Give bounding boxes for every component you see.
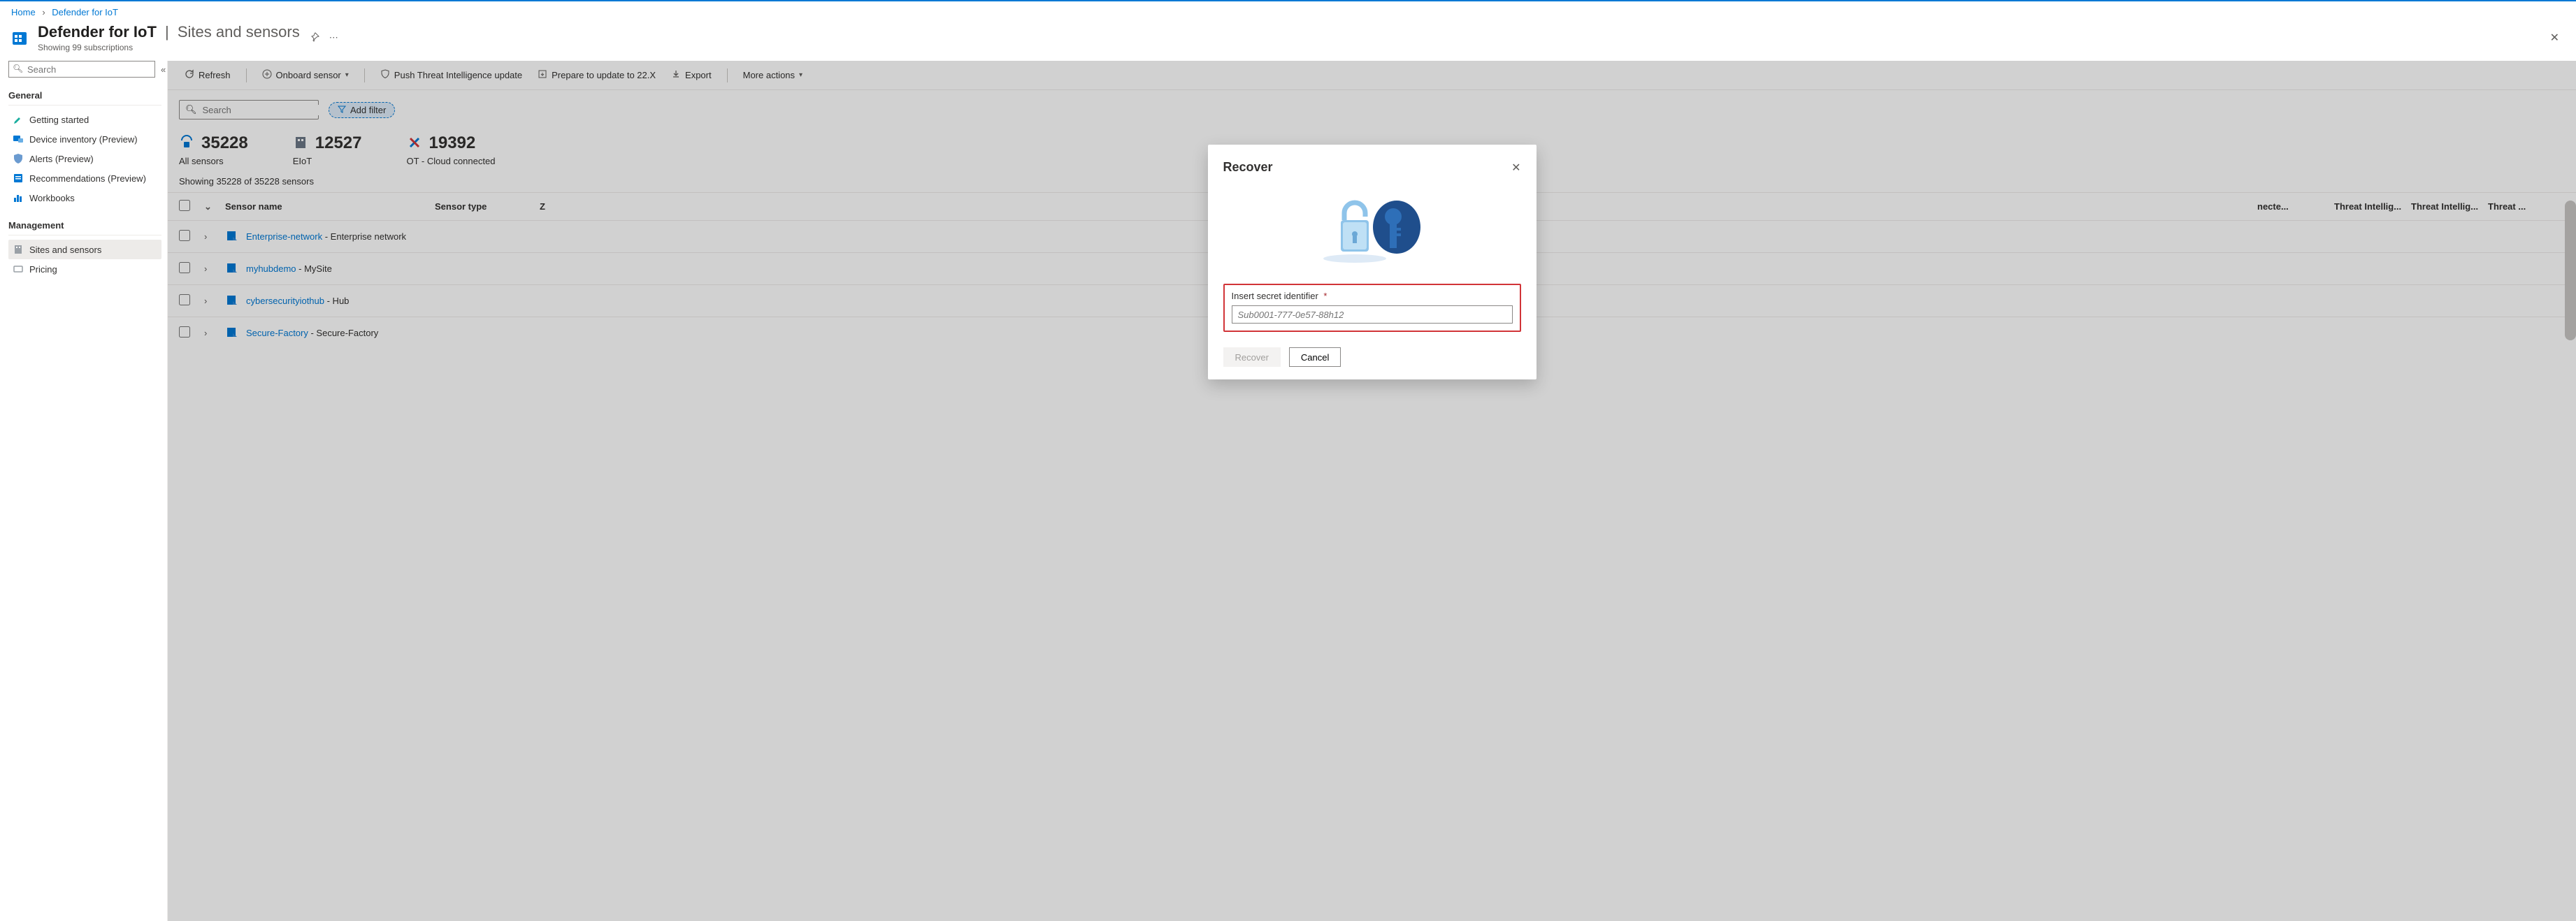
breadcrumb-current[interactable]: Defender for IoT bbox=[52, 7, 118, 17]
sidebar-collapse-icon[interactable]: « bbox=[161, 64, 166, 75]
building-icon bbox=[13, 244, 24, 255]
recover-button[interactable]: Recover bbox=[1223, 347, 1281, 367]
required-icon: * bbox=[1323, 291, 1327, 301]
page-header: Defender for IoT | Sites and sensors Sho… bbox=[0, 20, 2576, 61]
sidebar-item-recommendations[interactable]: Recommendations (Preview) bbox=[8, 168, 161, 188]
sidebar-item-alerts[interactable]: Alerts (Preview) bbox=[8, 149, 161, 168]
sidebar: 🔍︎ « General Getting started Device inve… bbox=[0, 61, 168, 921]
sidebar-item-label: Sites and sensors bbox=[29, 245, 101, 255]
breadcrumb: Home › Defender for IoT bbox=[0, 1, 2576, 20]
sidebar-item-label: Getting started bbox=[29, 115, 89, 125]
page-title-main: Defender for IoT bbox=[38, 23, 157, 41]
sidebar-item-getting-started[interactable]: Getting started bbox=[8, 110, 161, 129]
main-content: Refresh Onboard sensor ▾ Push Threat Int… bbox=[168, 61, 2576, 921]
modal-title: Recover bbox=[1223, 160, 1273, 175]
breadcrumb-home[interactable]: Home bbox=[11, 7, 36, 17]
pin-icon[interactable] bbox=[310, 32, 319, 44]
secret-field-label: Insert secret identifier bbox=[1232, 291, 1318, 301]
sidebar-group-management: Management bbox=[8, 220, 161, 235]
sidebar-item-workbooks[interactable]: Workbooks bbox=[8, 188, 161, 208]
close-blade-icon[interactable]: ✕ bbox=[2550, 31, 2565, 45]
devices-icon bbox=[13, 133, 24, 145]
sidebar-search-input[interactable] bbox=[8, 61, 155, 78]
more-icon[interactable]: ⋯ bbox=[329, 32, 338, 43]
sidebar-group-general: General bbox=[8, 90, 161, 106]
sidebar-item-sites-sensors[interactable]: Sites and sensors bbox=[8, 240, 161, 259]
sidebar-item-pricing[interactable]: Pricing bbox=[8, 259, 161, 279]
modal-illustration bbox=[1223, 175, 1521, 284]
chart-icon bbox=[13, 192, 24, 203]
sidebar-item-label: Alerts (Preview) bbox=[29, 154, 94, 164]
modal-overlay: Recover ✕ bbox=[168, 61, 2576, 921]
shield-icon bbox=[13, 153, 24, 164]
secret-field-group: Insert secret identifier * bbox=[1223, 284, 1521, 332]
search-icon: 🔍︎ bbox=[13, 64, 23, 73]
page-title-sub: Sites and sensors bbox=[178, 23, 300, 41]
secret-identifier-input[interactable] bbox=[1232, 305, 1513, 324]
page-subtitle: Showing 99 subscriptions bbox=[38, 43, 300, 52]
breadcrumb-sep-icon: › bbox=[42, 7, 45, 17]
sidebar-item-label: Recommendations (Preview) bbox=[29, 173, 146, 184]
pricing-icon bbox=[13, 263, 24, 275]
app-icon bbox=[11, 28, 31, 48]
sidebar-item-device-inventory[interactable]: Device inventory (Preview) bbox=[8, 129, 161, 149]
modal-close-icon[interactable]: ✕ bbox=[1511, 161, 1520, 175]
sidebar-item-label: Workbooks bbox=[29, 193, 75, 203]
cancel-button[interactable]: Cancel bbox=[1289, 347, 1341, 367]
sidebar-item-label: Pricing bbox=[29, 264, 57, 275]
rocket-icon bbox=[13, 114, 24, 125]
list-icon bbox=[13, 173, 24, 184]
sidebar-item-label: Device inventory (Preview) bbox=[29, 134, 138, 145]
recover-modal: Recover ✕ bbox=[1208, 145, 1537, 379]
